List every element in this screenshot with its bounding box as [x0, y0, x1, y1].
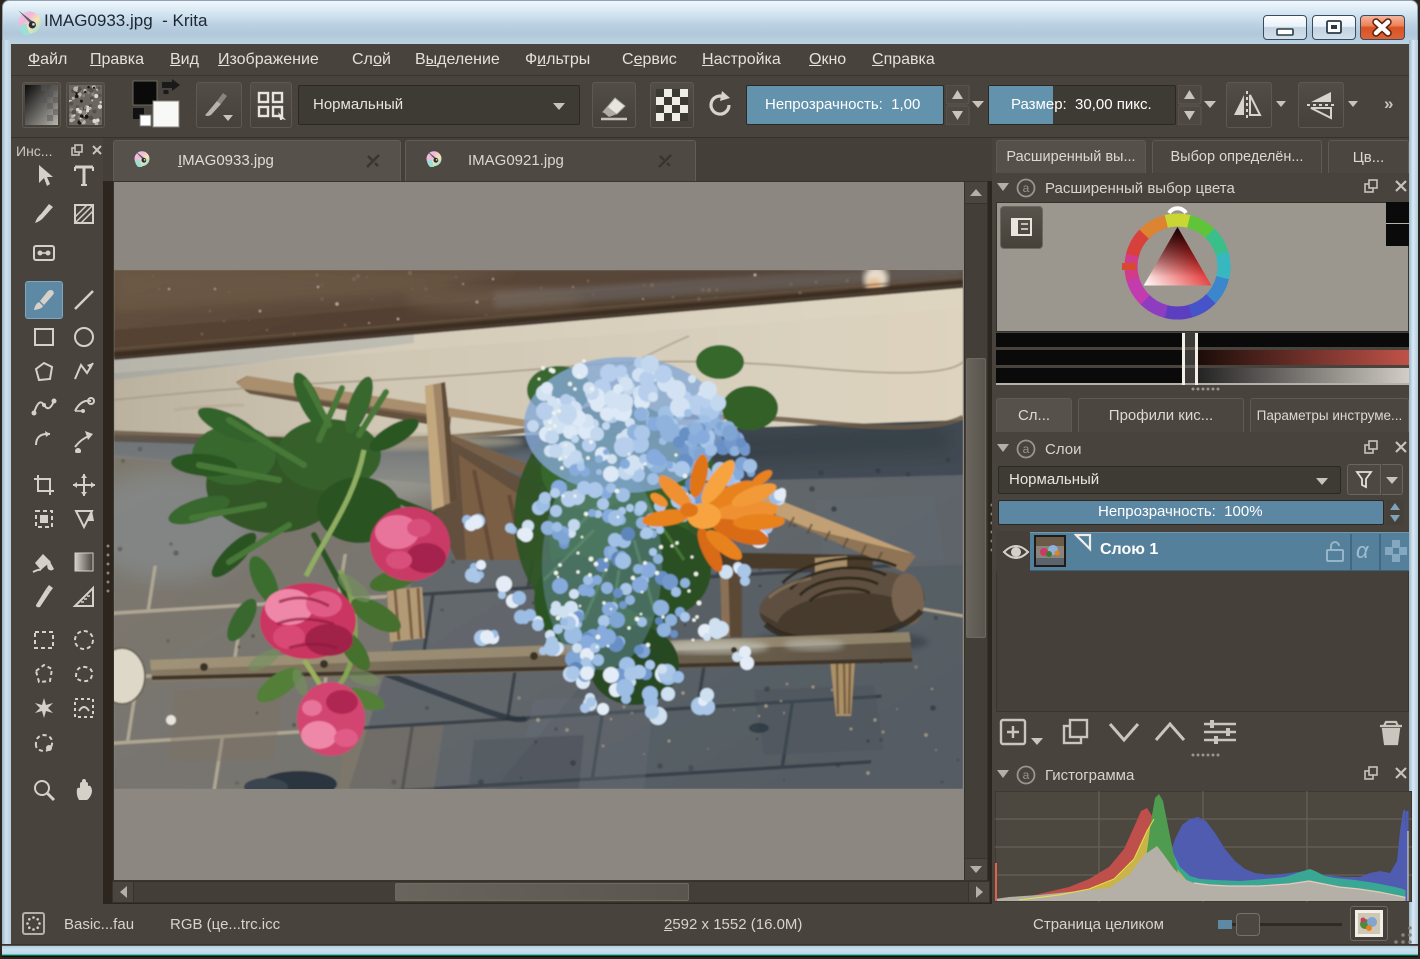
svg-text:a: a [1023, 768, 1030, 782]
svg-text:a: a [1023, 442, 1030, 456]
svg-text:a: a [1023, 181, 1030, 195]
